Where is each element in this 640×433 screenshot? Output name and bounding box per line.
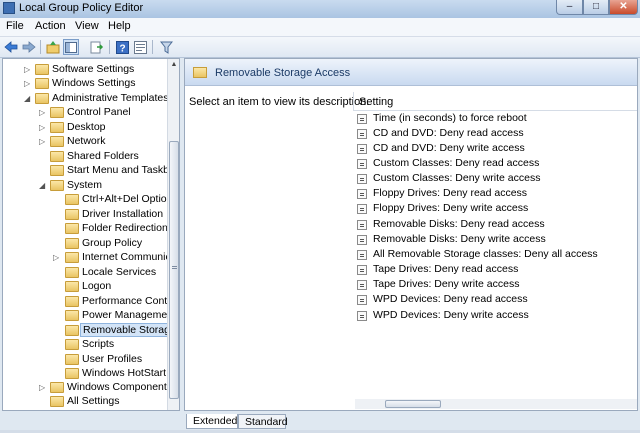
up-icon[interactable] [45, 39, 61, 55]
folder-icon [65, 252, 79, 263]
policy-setting-icon [357, 250, 367, 260]
policy-setting-icon [357, 311, 367, 321]
folder-icon [65, 281, 79, 292]
navigation-tree[interactable]: ▷ Software Settings ▷ Windows Settings ◢ Ad… [2, 58, 180, 411]
menu-file[interactable]: File [6, 20, 24, 32]
close-button[interactable]: ✕ [609, 0, 638, 15]
policy-setting-icon [357, 159, 367, 169]
folder-icon [50, 180, 64, 191]
folder-icon [65, 194, 79, 205]
gpedit-app-icon [3, 2, 15, 14]
tree-vertical-scrollbar[interactable]: ▲ [167, 59, 179, 410]
folder-icon [65, 209, 79, 220]
description-text: Select an item to view its description. [189, 96, 370, 108]
details-pane: Removable Storage Access Select an item … [184, 58, 638, 411]
folder-icon [65, 267, 79, 278]
folder-icon [65, 368, 79, 379]
folder-icon [65, 354, 79, 365]
policy-setting-icon [357, 295, 367, 305]
tab-standard[interactable]: Standard [238, 414, 288, 429]
folder-icon [35, 78, 49, 89]
folder-icon [50, 151, 64, 162]
policy-setting-icon [357, 174, 367, 184]
policy-setting-icon [357, 280, 367, 290]
policy-setting-icon [357, 114, 367, 124]
menu-view[interactable]: View [75, 20, 99, 32]
menu-action[interactable]: Action [35, 20, 66, 32]
folder-icon [65, 296, 79, 307]
tree-scroll-thumb[interactable] [169, 141, 179, 399]
properties-icon[interactable] [132, 39, 148, 55]
folder-icon [65, 339, 79, 350]
setting-column-header[interactable]: Setting [353, 92, 637, 111]
window-title: Local Group Policy Editor [19, 2, 144, 14]
help-icon[interactable]: ? [114, 39, 130, 55]
filter-icon[interactable] [158, 39, 174, 55]
folder-icon [65, 310, 79, 321]
policy-setting-icon [357, 144, 367, 154]
folder-icon [50, 382, 64, 393]
folder-icon [193, 67, 207, 78]
folder-icon [65, 238, 79, 249]
folder-icon [35, 93, 49, 104]
folder-icon [35, 64, 49, 75]
export-icon[interactable] [89, 39, 105, 55]
scroll-up-arrow-icon[interactable]: ▲ [168, 59, 179, 71]
policy-setting-icon [357, 265, 367, 275]
policy-setting-icon [357, 189, 367, 199]
folder-icon [50, 165, 64, 176]
menu-help[interactable]: Help [108, 20, 131, 32]
folder-icon [50, 107, 64, 118]
maximize-button[interactable]: □ [583, 0, 609, 15]
folder-icon [65, 223, 79, 234]
menu-bar: File Action View Help [0, 18, 640, 37]
settings-horizontal-scrollbar[interactable] [355, 399, 637, 409]
toolbar: ? [0, 37, 640, 58]
folder-icon [50, 396, 64, 407]
tab-extended[interactable]: Extended [186, 414, 238, 429]
folder-icon [50, 136, 64, 147]
policy-setting-icon [357, 235, 367, 245]
title-bar: Local Group Policy Editor – □ ✕ [0, 0, 640, 18]
policy-setting-icon [357, 220, 367, 230]
settings-scroll-thumb[interactable] [385, 400, 441, 408]
back-icon[interactable] [3, 39, 19, 55]
details-title: Removable Storage Access [215, 67, 351, 79]
forward-icon[interactable] [21, 39, 37, 55]
folder-icon [65, 325, 79, 336]
policy-setting-icon [357, 204, 367, 214]
details-header: Removable Storage Access [185, 59, 637, 86]
minimize-button[interactable]: – [556, 0, 583, 15]
folder-icon [50, 122, 64, 133]
policy-setting-icon [357, 129, 367, 139]
show-hide-tree-icon[interactable] [63, 39, 79, 55]
svg-text:?: ? [119, 43, 125, 54]
